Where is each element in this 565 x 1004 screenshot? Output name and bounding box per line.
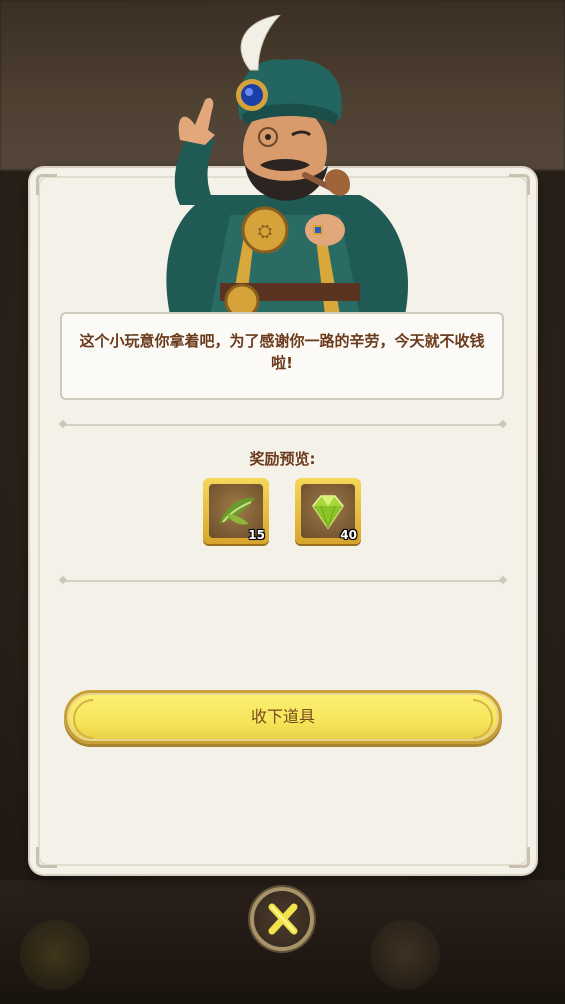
close-button[interactable]: [250, 887, 314, 951]
background-glow: [370, 920, 440, 990]
corner-ornament: [36, 174, 57, 195]
divider-bottom: [62, 580, 504, 582]
reward-item-feather[interactable]: 15: [203, 478, 269, 544]
corner-ornament: [509, 174, 530, 195]
merchant-character: ⛭: [166, 15, 408, 315]
merchant-speech-box: 这个小玩意你拿着吧，为了感谢你一路的辛劳，今天就不收钱啦!: [60, 312, 504, 400]
collect-button-label: 收下道具: [250, 707, 315, 726]
item-quantity: 15: [248, 528, 265, 542]
svg-text:⛭: ⛭: [258, 221, 272, 242]
collect-items-button[interactable]: 收下道具: [64, 690, 502, 744]
background-glow: [20, 920, 90, 990]
close-icon: [268, 903, 298, 935]
corner-ornament: [509, 847, 530, 868]
reward-preview-title: 奖励预览:: [249, 450, 316, 468]
divider-top: [62, 424, 504, 426]
reward-item-gem[interactable]: 40: [295, 478, 361, 544]
speech-text: 这个小玩意你拿着吧，为了感谢你一路的辛劳，今天就不收钱啦!: [79, 332, 485, 372]
item-quantity: 40: [340, 528, 357, 542]
corner-ornament: [36, 847, 57, 868]
